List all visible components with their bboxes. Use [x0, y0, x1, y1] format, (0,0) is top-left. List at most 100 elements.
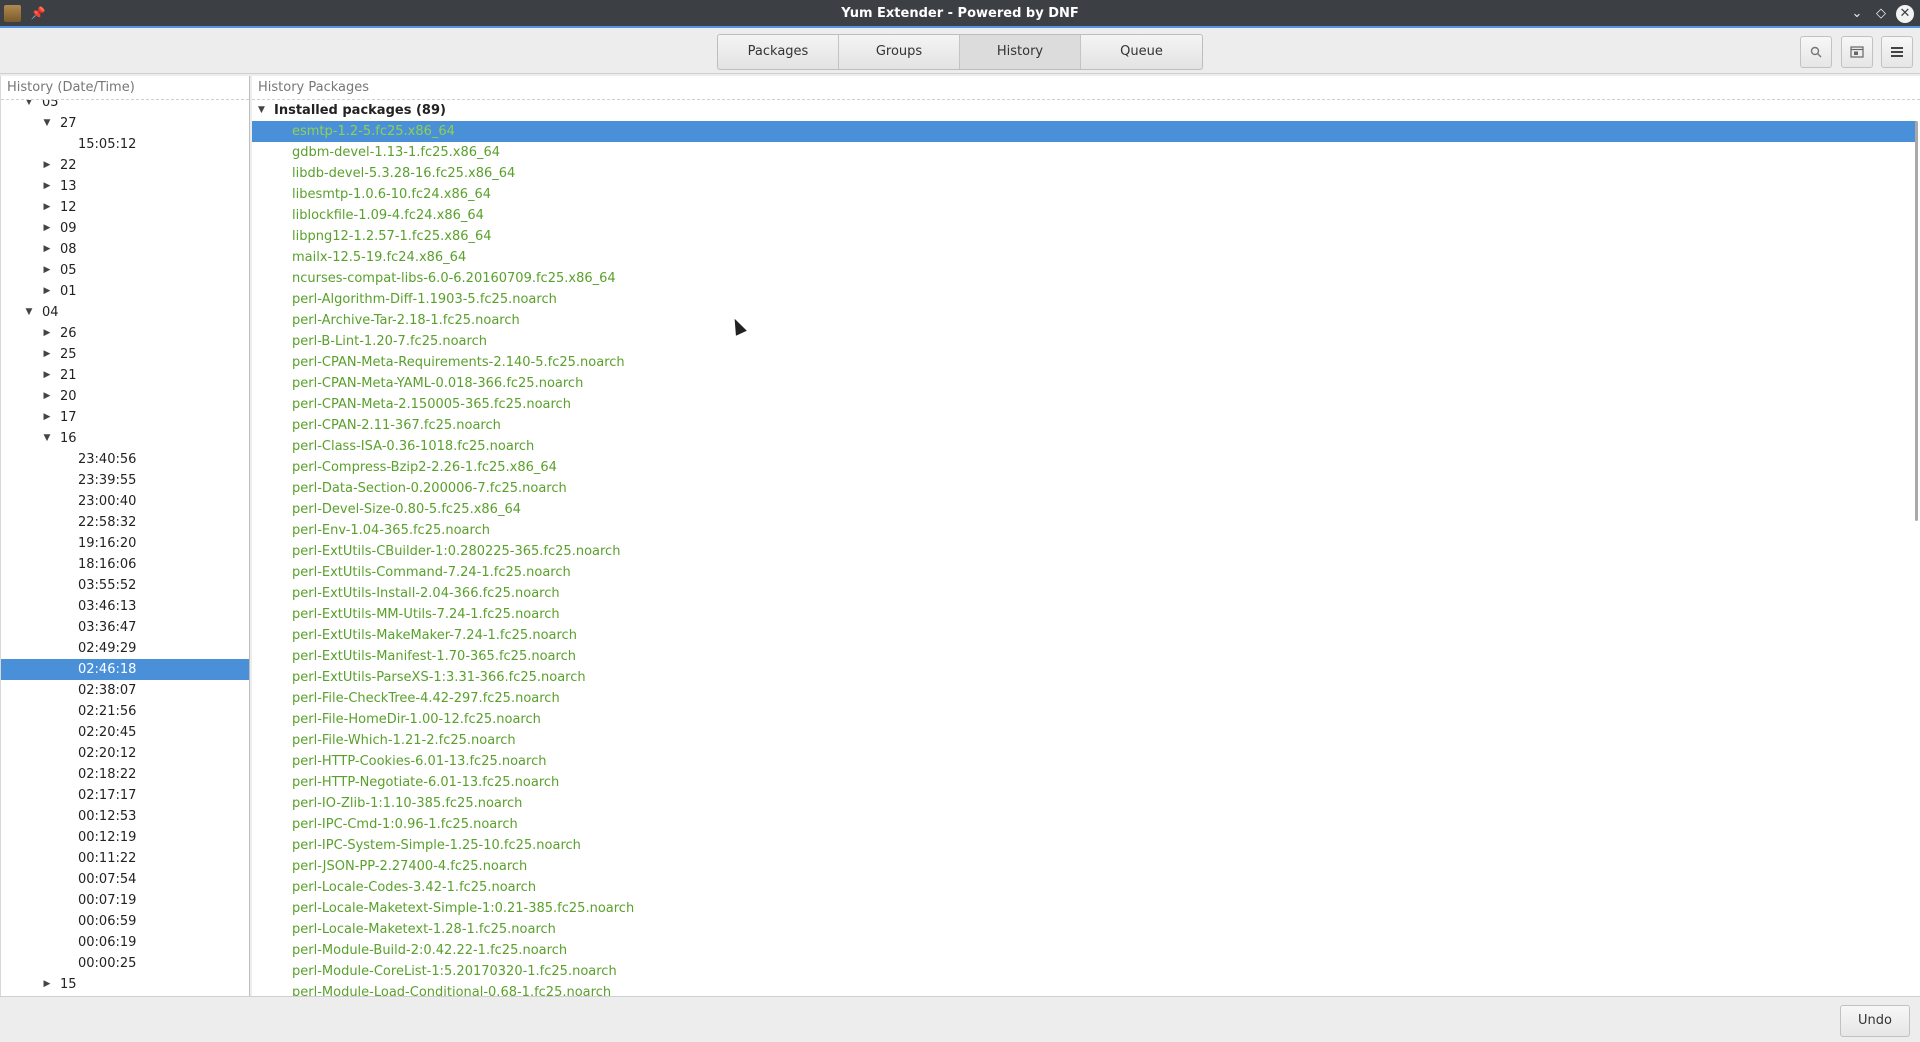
collapse-arrow-icon[interactable]: ▼	[41, 428, 53, 449]
history-tree-item[interactable]: 02:21:56	[1, 701, 249, 722]
history-tree-item[interactable]: 23:40:56	[1, 449, 249, 470]
package-row[interactable]: perl-HTTP-Negotiate-6.01-13.fc25.noarch	[252, 772, 1916, 793]
history-tree-item[interactable]: 02:46:18	[1, 659, 249, 680]
expand-arrow-icon[interactable]: ▶	[41, 239, 53, 260]
history-tree-item[interactable]: 00:12:19	[1, 827, 249, 848]
history-tree[interactable]: ▼ 05 ▼ 27 15:05:12 ▶ 22 ▶ 13 ▶ 12 ▶ 09 ▶ 08 ▶ 05 ▶ 01 ▼ 04 ▶ 2…	[1, 100, 249, 996]
package-row[interactable]: perl-Module-CoreList-1:5.20170320-1.fc25…	[252, 961, 1916, 982]
history-tree-item[interactable]: 02:20:12	[1, 743, 249, 764]
package-row[interactable]: perl-Module-Load-Conditional-0.68-1.fc25…	[252, 982, 1916, 996]
package-row[interactable]: perl-JSON-PP-2.27400-4.fc25.noarch	[252, 856, 1916, 877]
history-tree-item[interactable]: 15:05:12	[1, 134, 249, 155]
package-row[interactable]: perl-Locale-Maketext-Simple-1:0.21-385.f…	[252, 898, 1916, 919]
package-row[interactable]: libdb-devel-5.3.28-16.fc25.x86_64	[252, 163, 1916, 184]
history-tree-item[interactable]: ▶ 12	[1, 197, 249, 218]
collapse-arrow-icon[interactable]: ▼	[23, 100, 35, 113]
undo-button[interactable]: Undo	[1840, 1005, 1910, 1037]
history-tree-item[interactable]: 00:00:25	[1, 953, 249, 974]
history-tree-item[interactable]: ▼ 05	[1, 100, 249, 113]
view-options-button[interactable]	[1841, 36, 1873, 68]
expand-arrow-icon[interactable]: ▶	[41, 197, 53, 218]
history-tree-item[interactable]: ▶ 01	[1, 281, 249, 302]
package-row[interactable]: perl-File-Which-1.21-2.fc25.noarch	[252, 730, 1916, 751]
package-row[interactable]: perl-Archive-Tar-2.18-1.fc25.noarch	[252, 310, 1916, 331]
package-row[interactable]: perl-CPAN-Meta-Requirements-2.140-5.fc25…	[252, 352, 1916, 373]
package-row[interactable]: perl-Devel-Size-0.80-5.fc25.x86_64	[252, 499, 1916, 520]
history-tree-item[interactable]: ▶ 25	[1, 344, 249, 365]
history-tree-item[interactable]: 03:55:52	[1, 575, 249, 596]
package-row[interactable]: perl-CPAN-Meta-2.150005-365.fc25.noarch	[252, 394, 1916, 415]
expand-arrow-icon[interactable]: ▶	[41, 974, 53, 995]
history-tree-item[interactable]: ▼ 04	[1, 302, 249, 323]
package-row[interactable]: perl-IO-Zlib-1:1.10-385.fc25.noarch	[252, 793, 1916, 814]
package-row[interactable]: perl-Locale-Codes-3.42-1.fc25.noarch	[252, 877, 1916, 898]
expand-arrow-icon[interactable]: ▶	[41, 344, 53, 365]
history-tree-item[interactable]: 00:12:53	[1, 806, 249, 827]
package-row[interactable]: perl-CPAN-2.11-367.fc25.noarch	[252, 415, 1916, 436]
history-tree-item[interactable]: ▶ 22	[1, 155, 249, 176]
package-row[interactable]: perl-Module-Build-2:0.42.22-1.fc25.noarc…	[252, 940, 1916, 961]
history-tree-item[interactable]: ▼ 27	[1, 113, 249, 134]
history-tree-item[interactable]: 02:38:07	[1, 680, 249, 701]
expand-arrow-icon[interactable]: ▶	[41, 281, 53, 302]
history-tree-item[interactable]: ▶ 15	[1, 974, 249, 995]
history-tree-item[interactable]: ▶ 20	[1, 386, 249, 407]
package-row[interactable]: perl-ExtUtils-MM-Utils-7.24-1.fc25.noarc…	[252, 604, 1916, 625]
package-row[interactable]: perl-Compress-Bzip2-2.26-1.fc25.x86_64	[252, 457, 1916, 478]
search-button[interactable]	[1800, 36, 1832, 68]
history-tree-item[interactable]: ▼ 16	[1, 428, 249, 449]
expand-arrow-icon[interactable]: ▶	[41, 218, 53, 239]
package-row[interactable]: perl-IPC-Cmd-1:0.96-1.fc25.noarch	[252, 814, 1916, 835]
close-button[interactable]: ✕	[1896, 5, 1914, 23]
history-tree-item[interactable]: ▶ 17	[1, 407, 249, 428]
collapse-arrow-icon[interactable]: ▼	[23, 302, 35, 323]
package-row[interactable]: perl-Locale-Maketext-1.28-1.fc25.noarch	[252, 919, 1916, 940]
installed-packages-group[interactable]: ▼ Installed packages (89)	[252, 100, 1920, 121]
tab-groups[interactable]: Groups	[839, 35, 960, 69]
history-tree-item[interactable]: 02:18:22	[1, 764, 249, 785]
history-tree-item[interactable]: 02:20:45	[1, 722, 249, 743]
package-row[interactable]: perl-File-CheckTree-4.42-297.fc25.noarch	[252, 688, 1916, 709]
tab-history[interactable]: History	[960, 35, 1081, 69]
history-tree-item[interactable]: 00:06:59	[1, 911, 249, 932]
package-row[interactable]: perl-ExtUtils-Command-7.24-1.fc25.noarch	[252, 562, 1916, 583]
maximize-button[interactable]: ◇	[1871, 4, 1891, 24]
history-tree-item[interactable]: 02:17:17	[1, 785, 249, 806]
package-row[interactable]: perl-Class-ISA-0.36-1018.fc25.noarch	[252, 436, 1916, 457]
history-tree-item[interactable]: 18:16:06	[1, 554, 249, 575]
history-tree-item[interactable]: ▶ 13	[1, 176, 249, 197]
history-tree-header[interactable]: History (Date/Time)	[1, 76, 249, 100]
history-tree-item[interactable]: 00:11:22	[1, 848, 249, 869]
package-row[interactable]: libesmtp-1.0.6-10.fc24.x86_64	[252, 184, 1916, 205]
package-row[interactable]: perl-IPC-System-Simple-1.25-10.fc25.noar…	[252, 835, 1916, 856]
package-list[interactable]: esmtp-1.2-5.fc25.x86_64 gdbm-devel-1.13-1…	[252, 121, 1916, 996]
package-row[interactable]: perl-ExtUtils-Install-2.04-366.fc25.noar…	[252, 583, 1916, 604]
history-tree-item[interactable]: ▶ 08	[1, 239, 249, 260]
package-row[interactable]: perl-Env-1.04-365.fc25.noarch	[252, 520, 1916, 541]
minimize-button[interactable]: ⌄	[1847, 4, 1867, 24]
history-tree-item[interactable]: ▶ 26	[1, 323, 249, 344]
main-menu-button[interactable]	[1881, 36, 1913, 68]
package-row[interactable]: esmtp-1.2-5.fc25.x86_64	[252, 121, 1916, 142]
vertical-scrollbar[interactable]	[1915, 121, 1918, 521]
expand-arrow-icon[interactable]: ▶	[41, 365, 53, 386]
history-tree-item[interactable]: 22:58:32	[1, 512, 249, 533]
history-tree-item[interactable]: 02:49:29	[1, 638, 249, 659]
package-row[interactable]: perl-CPAN-Meta-YAML-0.018-366.fc25.noarc…	[252, 373, 1916, 394]
package-row[interactable]: ncurses-compat-libs-6.0-6.20160709.fc25.…	[252, 268, 1916, 289]
expand-arrow-icon[interactable]: ▶	[41, 155, 53, 176]
package-row[interactable]: perl-Algorithm-Diff-1.1903-5.fc25.noarch	[252, 289, 1916, 310]
package-row[interactable]: perl-ExtUtils-Manifest-1.70-365.fc25.noa…	[252, 646, 1916, 667]
history-tree-item[interactable]: 00:07:54	[1, 869, 249, 890]
history-tree-item[interactable]: 00:06:19	[1, 932, 249, 953]
expand-arrow-icon[interactable]: ▶	[41, 176, 53, 197]
package-row[interactable]: perl-ExtUtils-MakeMaker-7.24-1.fc25.noar…	[252, 625, 1916, 646]
history-packages-header[interactable]: History Packages	[252, 76, 1920, 100]
package-row[interactable]: mailx-12.5-19.fc24.x86_64	[252, 247, 1916, 268]
history-tree-item[interactable]: 23:00:40	[1, 491, 249, 512]
expand-arrow-icon[interactable]: ▶	[41, 323, 53, 344]
package-row[interactable]: perl-ExtUtils-CBuilder-1:0.280225-365.fc…	[252, 541, 1916, 562]
history-tree-item[interactable]: 19:16:20	[1, 533, 249, 554]
package-row[interactable]: libpng12-1.2.57-1.fc25.x86_64	[252, 226, 1916, 247]
history-tree-item[interactable]: ▶ 09	[1, 218, 249, 239]
